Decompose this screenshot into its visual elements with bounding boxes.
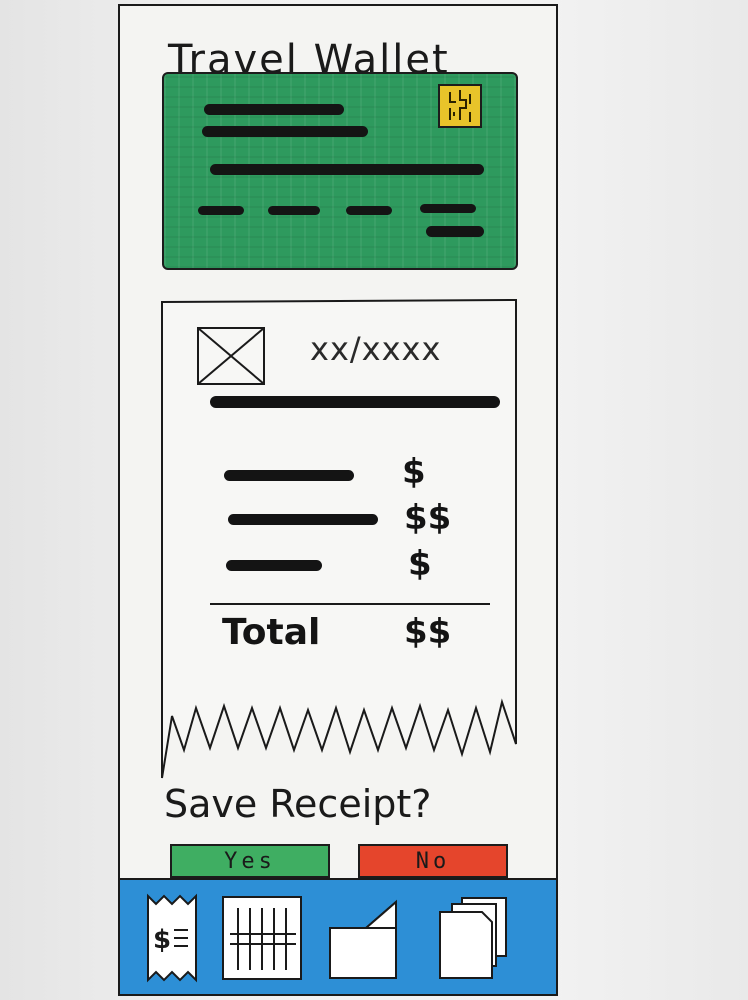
- stacked-pages-icon: [436, 897, 512, 985]
- receipt-icon: $: [142, 893, 200, 987]
- card-number-segment: [346, 206, 392, 215]
- svg-text:$: $: [153, 925, 171, 955]
- bottom-navigation: $: [118, 878, 558, 996]
- nav-receipts-button[interactable]: $: [142, 892, 200, 984]
- line-item-amount: $$: [404, 498, 452, 538]
- line-item-description: [224, 470, 354, 481]
- total-divider: [210, 603, 490, 605]
- nav-documents-button[interactable]: [326, 898, 400, 982]
- card-number-segment: [198, 206, 244, 215]
- folded-page-icon: [326, 899, 400, 985]
- card-bank-line: [202, 126, 368, 137]
- merchant-name-line: [210, 396, 500, 408]
- card-detail-line: [210, 164, 484, 175]
- card-expiry-line: [426, 226, 484, 237]
- yes-button[interactable]: Yes: [170, 844, 330, 878]
- nav-files-button[interactable]: [436, 894, 512, 982]
- receipt-date: xx/xxxx: [310, 330, 442, 368]
- total-label: Total: [222, 612, 321, 653]
- no-button[interactable]: No: [358, 844, 508, 878]
- merchant-image-placeholder: [196, 326, 266, 386]
- card-number-segment: [420, 204, 476, 213]
- nav-tally-button[interactable]: [220, 894, 304, 982]
- tally-icon: [220, 896, 304, 985]
- card-number-segment: [268, 206, 320, 215]
- line-item-description: [226, 560, 322, 571]
- total-amount: $$: [404, 612, 452, 652]
- line-item-description: [228, 514, 378, 525]
- save-receipt-prompt: Save Receipt?: [164, 782, 432, 826]
- line-item-amount: $: [408, 544, 432, 584]
- card-holder-line: [204, 104, 344, 115]
- card-chip-icon: [438, 84, 482, 128]
- line-item-amount: $: [402, 452, 426, 492]
